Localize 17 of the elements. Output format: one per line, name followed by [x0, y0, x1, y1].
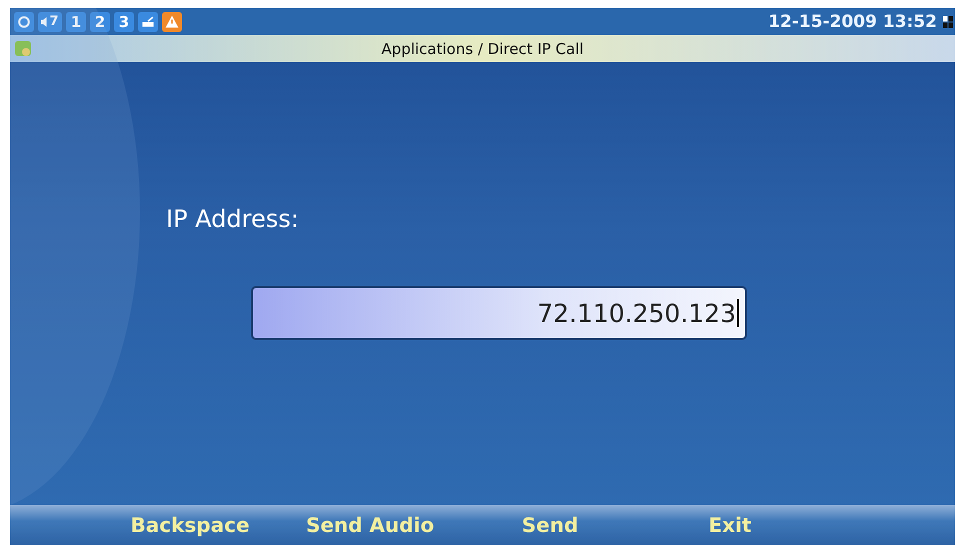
line-key[interactable]: 1 — [66, 12, 86, 32]
softkey-button[interactable]: Exit — [640, 513, 820, 537]
softkey-button[interactable]: Send — [460, 513, 640, 537]
line-key[interactable]: 2 — [90, 12, 110, 32]
softkey-button[interactable]: Send Audio — [280, 513, 460, 537]
grid-icon — [943, 16, 953, 28]
warning-icon[interactable] — [162, 12, 182, 32]
screen-title: Applications / Direct IP Call — [380, 40, 585, 58]
softkey-button[interactable]: Backspace — [100, 513, 280, 537]
line-key[interactable]: 3 — [114, 12, 134, 32]
volume-level: 7 — [49, 14, 59, 29]
field-label: IP Address: — [166, 205, 299, 233]
volume-button[interactable]: 7 — [38, 12, 62, 32]
tray-icon[interactable] — [138, 12, 158, 32]
date-time: 12-15-2009 13:52 — [768, 12, 937, 32]
ip-address-field[interactable]: 72.110.250.123 — [251, 286, 747, 340]
speaker-icon — [41, 16, 48, 28]
